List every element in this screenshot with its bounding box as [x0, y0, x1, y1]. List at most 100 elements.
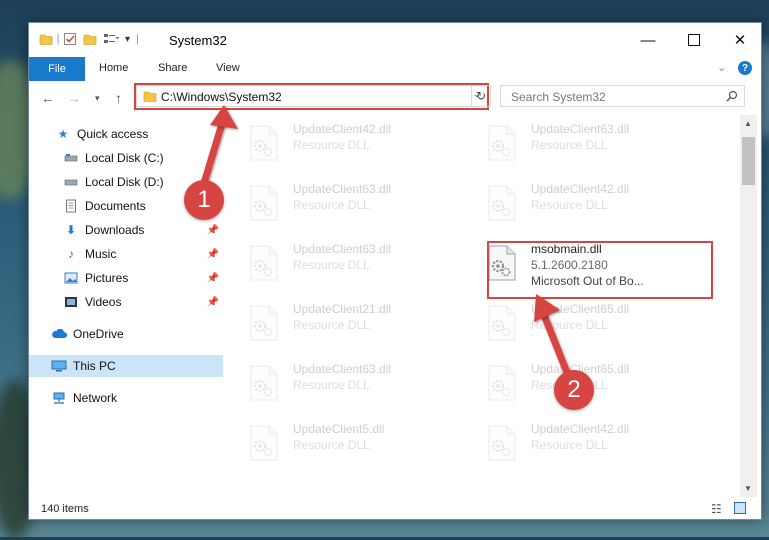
- dll-file-icon: [250, 425, 278, 461]
- dll-file-icon: [250, 245, 278, 281]
- separator: |: [56, 33, 60, 45]
- window-title: System32: [169, 33, 227, 48]
- dll-file-icon: [488, 125, 516, 161]
- large-icons-view-icon[interactable]: [734, 502, 746, 514]
- file-type: Resource DLL: [531, 438, 608, 452]
- step-1-badge: 1: [184, 180, 224, 220]
- file-name: UpdateClient63.dll: [293, 362, 392, 376]
- file-name: UpdateClient42.dll: [531, 182, 630, 196]
- picture-icon: [63, 271, 79, 285]
- file-name: UpdateClient63.dll: [531, 122, 630, 136]
- file-item[interactable]: UpdateClient42.dll Resource DLL: [481, 419, 711, 473]
- document-icon: [63, 199, 79, 213]
- search-box[interactable]: Search System32: [500, 85, 745, 107]
- sidebar-item-videos[interactable]: Videos 📌: [29, 291, 223, 313]
- dll-file-icon: [488, 425, 516, 461]
- scrollbar-thumb[interactable]: [742, 137, 755, 185]
- sidebar-item-label: Videos: [85, 295, 122, 309]
- file-item[interactable]: UpdateClient42.dll Resource DLL: [481, 179, 711, 233]
- pin-icon: 📌: [206, 224, 219, 236]
- search-placeholder: Search System32: [511, 90, 606, 104]
- maximize-icon: [688, 34, 700, 46]
- sidebar-item-label: Music: [85, 247, 117, 261]
- star-icon: ★: [57, 127, 69, 141]
- sidebar-item-network[interactable]: Network: [29, 387, 223, 409]
- file-type: Resource DLL: [293, 138, 370, 152]
- minimize-button[interactable]: —: [625, 23, 671, 57]
- file-name: UpdateClient42.dll: [293, 122, 392, 136]
- tab-view[interactable]: View: [216, 62, 240, 74]
- sidebar-item-label: Downloads: [85, 223, 145, 237]
- pin-icon: 📌: [206, 296, 219, 308]
- sidebar-item-music[interactable]: ♪ Music 📌: [29, 243, 223, 265]
- step-2-badge: 2: [554, 370, 594, 410]
- sidebar-item-onedrive[interactable]: OneDrive: [29, 323, 223, 345]
- refresh-icon: ↻: [475, 89, 487, 103]
- tab-home[interactable]: Home: [99, 62, 128, 74]
- maximize-button[interactable]: [671, 23, 717, 57]
- file-type: Resource DLL: [293, 378, 370, 392]
- download-icon: ⬇: [65, 223, 77, 237]
- back-button[interactable]: ←: [41, 90, 55, 106]
- new-folder-icon[interactable]: [83, 32, 97, 46]
- title-bar: | ▾ | System32 — ✕: [29, 23, 761, 57]
- minimize-icon: —: [640, 31, 656, 49]
- file-type: Resource DLL: [293, 318, 370, 332]
- recent-locations-button[interactable]: ▾: [95, 93, 100, 104]
- pin-icon: 📌: [206, 248, 219, 260]
- network-icon: [51, 391, 67, 405]
- dll-file-icon: [488, 365, 516, 401]
- dll-file-icon: [488, 305, 516, 341]
- cloud-icon: [51, 327, 67, 341]
- file-name: UpdateClient21.dll: [293, 302, 392, 316]
- separator: |: [136, 33, 139, 45]
- tab-file[interactable]: File: [29, 57, 85, 81]
- tab-share[interactable]: Share: [158, 62, 187, 74]
- file-list: UpdateClient42.dll Resource DLL UpdateClie…: [225, 115, 739, 497]
- file-name: UpdateClient5.dll: [293, 422, 385, 436]
- file-name: UpdateClient63.dll: [293, 242, 392, 256]
- file-item[interactable]: UpdateClient5.dll Resource DLL: [243, 419, 473, 473]
- up-button[interactable]: ↑: [115, 90, 122, 106]
- scroll-up-icon[interactable]: ▲: [744, 119, 752, 128]
- folder-icon[interactable]: [39, 32, 53, 46]
- sidebar-item-label: Pictures: [85, 271, 129, 285]
- close-button[interactable]: ✕: [717, 23, 763, 57]
- vertical-scrollbar[interactable]: ▲ ▼: [740, 115, 757, 497]
- file-type: Resource DLL: [531, 198, 608, 212]
- file-item[interactable]: UpdateClient21.dll Resource DLL: [243, 299, 473, 353]
- close-icon: ✕: [733, 32, 747, 49]
- sidebar-item-label: OneDrive: [73, 327, 124, 341]
- details-view-icon[interactable]: ☷: [711, 502, 722, 516]
- sidebar-item-label: Quick access: [77, 127, 149, 141]
- video-icon: [63, 295, 79, 309]
- sidebar-item-this-pc[interactable]: This PC: [29, 355, 223, 377]
- refresh-button[interactable]: ↻: [471, 85, 491, 107]
- view-options-icon[interactable]: [103, 32, 119, 46]
- properties-icon[interactable]: [63, 32, 77, 46]
- forward-button[interactable]: →: [67, 90, 81, 106]
- scroll-down-icon[interactable]: ▼: [744, 484, 752, 493]
- navigation-bar: ← → ▾ ↑ C:\Windows\System32 ⌄ ↻ Search S…: [29, 81, 761, 115]
- file-item[interactable]: UpdateClient63.dll Resource DLL: [481, 119, 711, 173]
- pin-icon: 📌: [206, 272, 219, 284]
- drive-icon: [63, 151, 79, 165]
- file-item[interactable]: UpdateClient63.dll Resource DLL: [243, 179, 473, 233]
- dll-file-icon: [488, 185, 516, 221]
- help-icon[interactable]: ?: [738, 61, 752, 75]
- customize-toolbar-icon[interactable]: ▾: [125, 34, 130, 45]
- sidebar-item-downloads[interactable]: ⬇ Downloads 📌: [29, 219, 223, 241]
- search-icon: [726, 90, 738, 102]
- file-explorer-window: | ▾ | System32 — ✕ File Home Share View …: [28, 22, 762, 520]
- expand-ribbon-icon[interactable]: ⌄: [717, 61, 726, 74]
- file-item[interactable]: UpdateClient63.dll Resource DLL: [243, 239, 473, 293]
- file-item[interactable]: UpdateClient42.dll Resource DLL: [243, 119, 473, 173]
- file-name: UpdateClient42.dll: [531, 422, 630, 436]
- file-item[interactable]: UpdateClient63.dll Resource DLL: [243, 359, 473, 413]
- ribbon-tabs: File Home Share View ⌄ ?: [29, 57, 761, 81]
- file-type: Resource DLL: [531, 138, 608, 152]
- sidebar-item-pictures[interactable]: Pictures 📌: [29, 267, 223, 289]
- sidebar-item-label: This PC: [73, 359, 116, 373]
- sidebar-item-label: Local Disk (D:): [85, 175, 164, 189]
- status-bar: 140 items ☷: [29, 497, 761, 521]
